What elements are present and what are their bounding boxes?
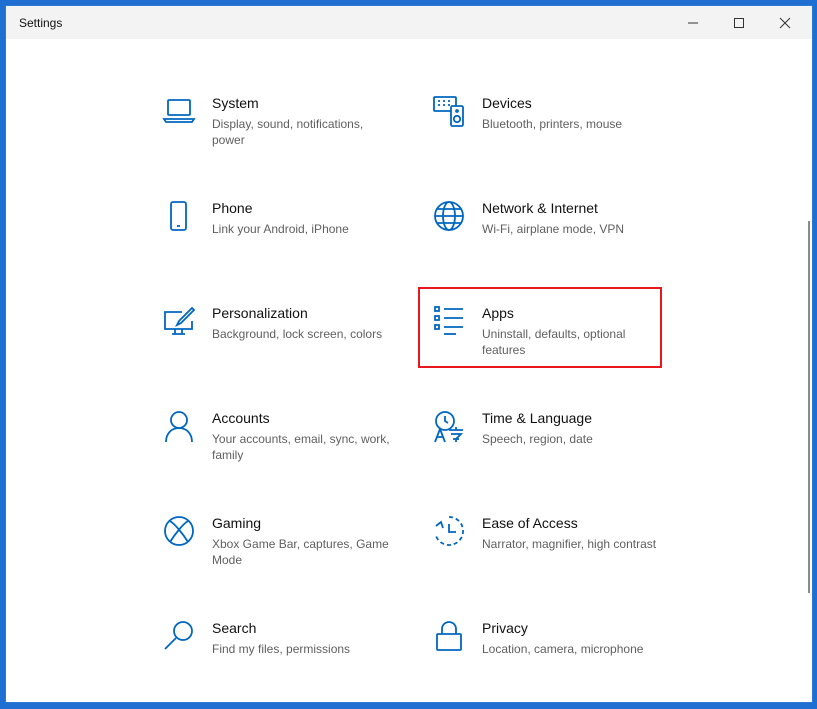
tile-name: Search — [212, 620, 257, 636]
tile-description: Xbox Game Bar, captures, Game Mode — [212, 537, 389, 567]
tile-name: Ease of Access — [482, 515, 578, 531]
time-language-icon — [432, 409, 466, 443]
tile-description: Link your Android, iPhone — [212, 222, 349, 236]
tile-devices[interactable]: Devices Bluetooth, printers, mouse — [432, 94, 677, 178]
xbox-icon — [162, 514, 196, 548]
lock-icon — [432, 619, 466, 653]
title-bar[interactable]: Settings — [6, 6, 812, 39]
person-icon — [162, 409, 196, 443]
tile-name: Network & Internet — [482, 200, 598, 216]
tile-name: System — [212, 95, 259, 111]
globe-icon — [432, 199, 466, 233]
tile-name: Gaming — [212, 515, 262, 531]
tile-gaming[interactable]: Gaming Xbox Game Bar, captures, Game Mod… — [162, 514, 407, 598]
tile-description: Background, lock screen, colors — [212, 327, 383, 341]
tile-description: Speech, region, date — [482, 432, 593, 446]
tile-personalization[interactable]: Personalization Background, lock screen,… — [162, 304, 407, 388]
tile-name: Privacy — [482, 620, 528, 636]
tile-description: Find my files, permissions — [212, 642, 351, 656]
magnifier-icon — [162, 619, 196, 653]
tile-name: Phone — [212, 200, 253, 216]
tile-phone[interactable]: Phone Link your Android, iPhone — [162, 199, 407, 283]
tile-description: Narrator, magnifier, high contrast — [482, 537, 657, 551]
tile-description: Location, camera, microphone — [482, 642, 644, 656]
keyboard-speaker-icon — [432, 94, 466, 128]
tile-name: Devices — [482, 95, 532, 111]
maximize-button[interactable] — [716, 6, 762, 39]
maximize-icon — [734, 17, 744, 28]
tile-system[interactable]: System Display, sound, notifications, po… — [162, 94, 407, 178]
paint-monitor-icon — [162, 304, 196, 338]
tile-description: Your accounts, email, sync, work, family — [212, 432, 390, 462]
close-icon — [779, 17, 791, 28]
tile-name: Accounts — [212, 410, 270, 426]
tile-ease-of-access[interactable]: Ease of Access Narrator, magnifier, high… — [432, 514, 677, 598]
close-button[interactable] — [762, 6, 808, 39]
tile-network-internet[interactable]: Network & Internet Wi-Fi, airplane mode,… — [432, 199, 677, 283]
laptop-icon — [162, 94, 196, 128]
tile-description: Bluetooth, printers, mouse — [482, 117, 623, 131]
scrollbar[interactable] — [808, 221, 810, 593]
phone-icon — [162, 199, 196, 233]
tile-time-language[interactable]: Time & Language Speech, region, date — [432, 409, 677, 493]
apps-highlight-box — [418, 287, 662, 368]
tile-description: Display, sound, notifications, power — [212, 117, 364, 147]
tile-accounts[interactable]: Accounts Your accounts, email, sync, wor… — [162, 409, 407, 493]
settings-window: Settings System Display, sound, notifica… — [6, 6, 812, 702]
minimize-button[interactable] — [670, 6, 716, 39]
tile-description: Wi-Fi, airplane mode, VPN — [482, 222, 625, 236]
tile-name: Time & Language — [482, 410, 592, 426]
tile-search[interactable]: Search Find my files, permissions — [162, 619, 407, 702]
minimize-icon — [688, 22, 698, 23]
tile-name: Personalization — [212, 305, 308, 321]
tile-privacy[interactable]: Privacy Location, camera, microphone — [432, 619, 677, 702]
ease-of-access-icon — [432, 514, 466, 548]
window-title: Settings — [19, 16, 63, 30]
